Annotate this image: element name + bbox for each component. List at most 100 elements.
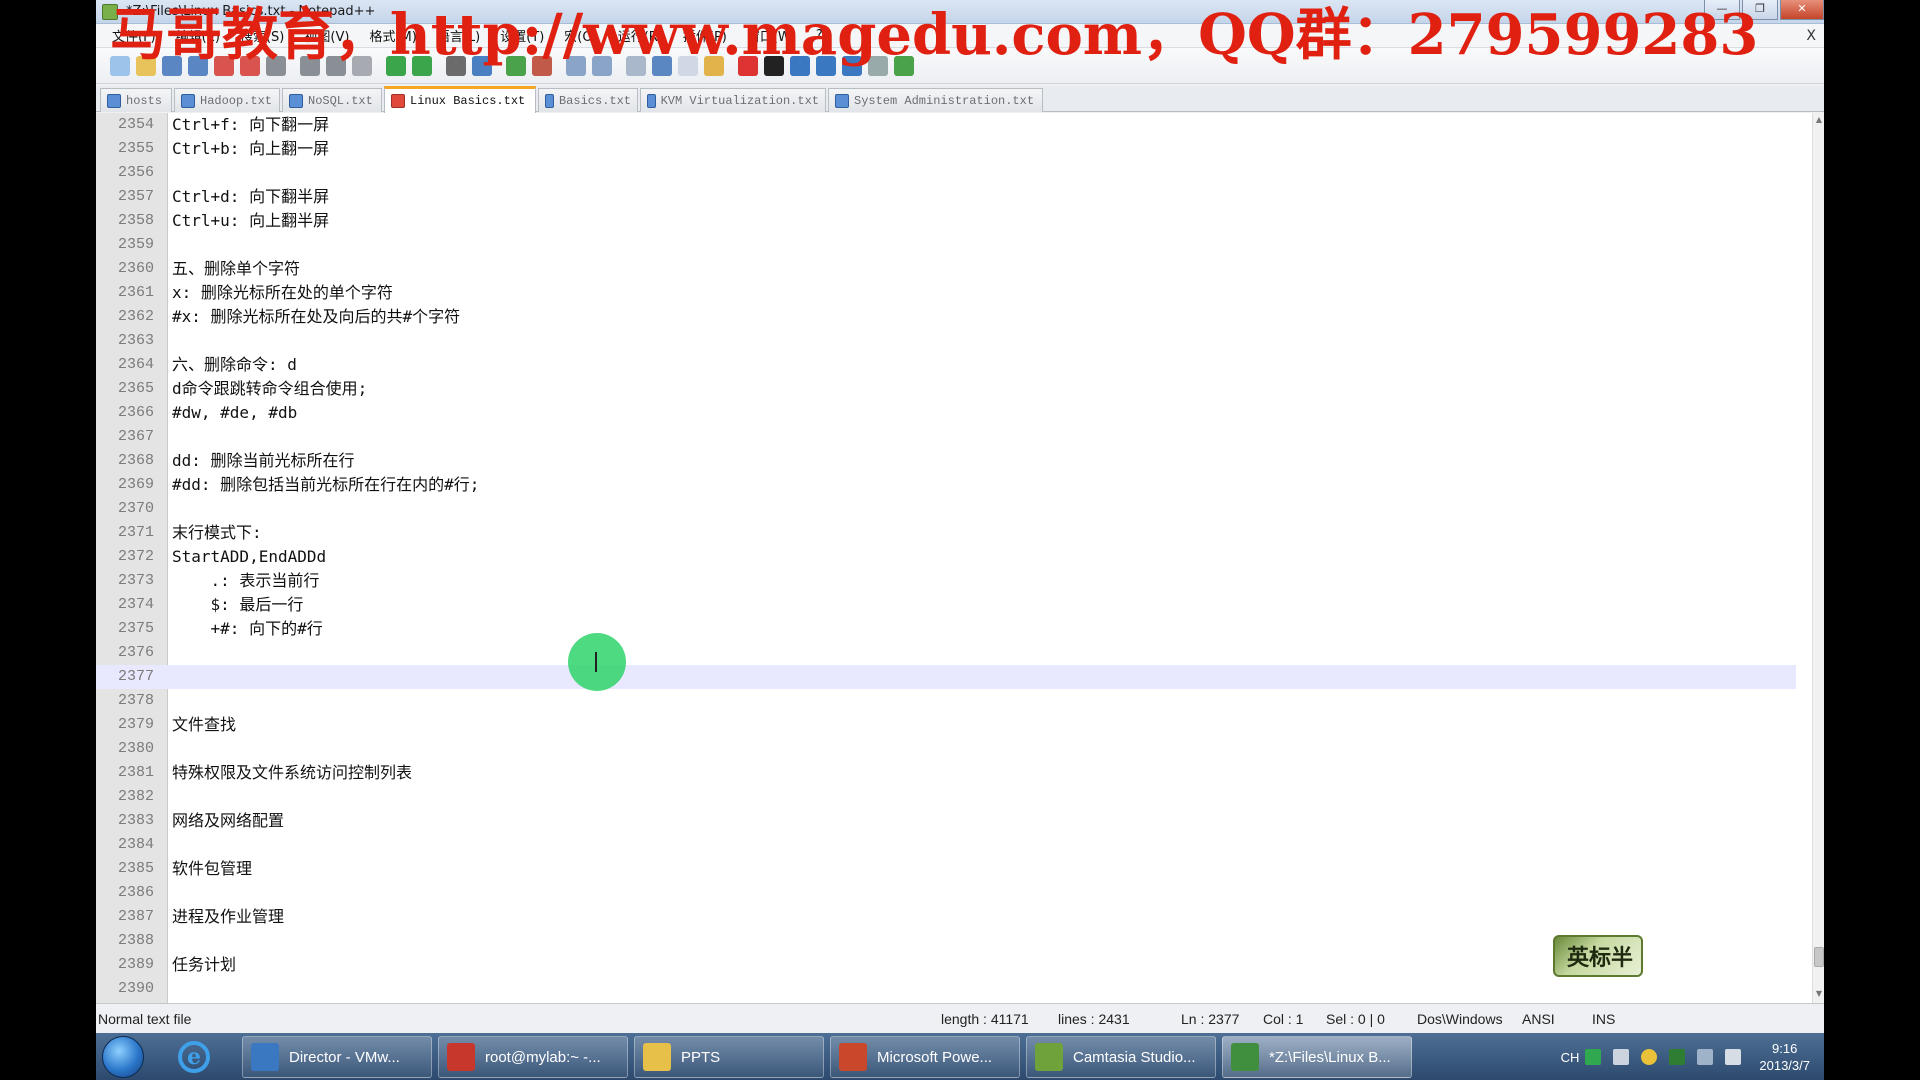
vertical-scrollbar[interactable]: ▲ ▼ bbox=[1812, 113, 1824, 1003]
scroll-up-arrow-icon[interactable]: ▲ bbox=[1813, 115, 1824, 127]
editor-line[interactable]: 2387 进程及作业管理 bbox=[96, 905, 1796, 929]
editor-line[interactable]: 2382 bbox=[96, 785, 1796, 809]
editor-line[interactable]: 2386 bbox=[96, 881, 1796, 905]
line-number: 2389 bbox=[117, 956, 154, 973]
task-label: Microsoft Powe... bbox=[877, 1048, 993, 1066]
line-number: 2386 bbox=[117, 884, 154, 901]
editor-line[interactable]: 2390 bbox=[96, 977, 1796, 1001]
volume-icon[interactable] bbox=[1725, 1049, 1742, 1065]
scrollbar-thumb[interactable] bbox=[1814, 947, 1824, 967]
editor-line[interactable]: 2376 bbox=[96, 641, 1796, 665]
task-app-icon bbox=[1231, 1043, 1259, 1071]
editor-line[interactable]: 2364 六、删除命令: d bbox=[96, 353, 1796, 377]
status-eol-format: Dos\Windows bbox=[1417, 1011, 1503, 1027]
editor-line[interactable]: 2360 五、删除单个字符 bbox=[96, 257, 1796, 281]
line-number: 2388 bbox=[117, 932, 154, 949]
watermark-text: 马哥教育，http://www.magedu.com，QQ群：279599283 bbox=[110, 2, 1759, 68]
editor-line[interactable]: 2375 +#: 向下的#行 bbox=[96, 617, 1796, 641]
editor-line[interactable]: 2378 bbox=[96, 689, 1796, 713]
line-text: 特殊权限及文件系统访问控制列表 bbox=[172, 763, 413, 782]
language-indicator[interactable]: CH bbox=[1561, 1050, 1580, 1065]
editor-line[interactable]: 2372 StartADD,EndADDd bbox=[96, 545, 1796, 569]
line-number: 2378 bbox=[117, 692, 154, 709]
editor-line[interactable]: 2356 bbox=[96, 161, 1796, 185]
line-number: 2356 bbox=[117, 164, 154, 181]
line-number: 2369 bbox=[117, 476, 154, 493]
tab-label: Linux Basics.txt bbox=[410, 94, 526, 108]
editor-line[interactable]: 2374 $: 最后一行 bbox=[96, 593, 1796, 617]
taskbar-task[interactable]: Director - VMw... bbox=[242, 1036, 432, 1078]
clock-date: 2013/3/7 bbox=[1759, 1058, 1810, 1073]
line-text: 文件查找 bbox=[172, 715, 237, 734]
line-number: 2379 bbox=[117, 716, 154, 733]
ime-tray-icon[interactable] bbox=[1585, 1049, 1602, 1065]
network-icon[interactable] bbox=[1697, 1049, 1714, 1065]
close-document-button[interactable]: X bbox=[1806, 28, 1816, 44]
taskbar-task[interactable]: Microsoft Powe... bbox=[830, 1036, 1020, 1078]
editor-line[interactable]: 2366 #dw, #de, #db bbox=[96, 401, 1796, 425]
task-app-icon bbox=[251, 1043, 279, 1071]
internet-explorer-icon[interactable]: e bbox=[178, 1041, 210, 1073]
show-hidden-icons-icon[interactable] bbox=[1613, 1049, 1630, 1065]
editor-line[interactable]: 2365 d命令跟跳转命令组合使用; bbox=[96, 377, 1796, 401]
editor-line[interactable]: 2380 bbox=[96, 737, 1796, 761]
editor-line[interactable]: 2379 文件查找 bbox=[96, 713, 1796, 737]
line-text: 五、删除单个字符 bbox=[172, 259, 301, 278]
task-app-icon bbox=[447, 1043, 475, 1071]
editor-line[interactable]: 2369 #dd: 删除包括当前光标所在行在内的#行; bbox=[96, 473, 1796, 497]
tab-label: NoSQL.txt bbox=[308, 93, 373, 108]
line-number: 2359 bbox=[117, 236, 154, 253]
line-text: 进程及作业管理 bbox=[172, 907, 285, 926]
editor-line[interactable]: 2361 x: 删除光标所在处的单个字符 bbox=[96, 281, 1796, 305]
editor-line[interactable]: 2389 任务计划 bbox=[96, 953, 1796, 977]
tab-hosts[interactable]: hosts bbox=[100, 88, 172, 112]
editor-line[interactable]: 2354 Ctrl+f: 向下翻一屏 bbox=[96, 113, 1796, 137]
taskbar-task[interactable]: root@mylab:~ -... bbox=[438, 1036, 628, 1078]
update-tray-icon[interactable] bbox=[1641, 1049, 1658, 1065]
editor-line[interactable]: 2388 bbox=[96, 929, 1796, 953]
text-cursor-icon bbox=[595, 652, 599, 672]
taskbar-task[interactable]: PPTS bbox=[634, 1036, 824, 1078]
editor-line[interactable]: 2363 bbox=[96, 329, 1796, 353]
editor-line[interactable]: 2362 #x: 删除光标所在处及向后的共#个字符 bbox=[96, 305, 1796, 329]
tab-system-administration-txt[interactable]: System Administration.txt bbox=[828, 88, 1043, 112]
line-number: 2355 bbox=[117, 140, 154, 157]
line-text: #x: 删除光标所在处及向后的共#个字符 bbox=[172, 307, 461, 326]
tab-hadoop-txt[interactable]: Hadoop.txt bbox=[174, 88, 280, 112]
editor-line[interactable]: 2383 网络及网络配置 bbox=[96, 809, 1796, 833]
editor-line[interactable]: 2355 Ctrl+b: 向上翻一屏 bbox=[96, 137, 1796, 161]
editor-line[interactable]: 2377 bbox=[96, 665, 1796, 689]
line-number: 2384 bbox=[117, 836, 154, 853]
tab-basics-txt[interactable]: Basics.txt bbox=[538, 88, 638, 112]
status-bar: Normal text file length : 41171 lines : … bbox=[96, 1003, 1824, 1033]
taskbar-task[interactable]: *Z:\Files\Linux B... bbox=[1222, 1036, 1412, 1078]
editor-line[interactable]: 2381 特殊权限及文件系统访问控制列表 bbox=[96, 761, 1796, 785]
start-button[interactable] bbox=[102, 1036, 144, 1078]
editor-line[interactable]: 2358 Ctrl+u: 向上翻半屏 bbox=[96, 209, 1796, 233]
line-text: 六、删除命令: d bbox=[172, 355, 297, 374]
editor-line[interactable]: 2371 末行模式下: bbox=[96, 521, 1796, 545]
editor-line[interactable]: 2359 bbox=[96, 233, 1796, 257]
editor-line[interactable]: 2368 dd: 删除当前光标所在行 bbox=[96, 449, 1796, 473]
taskbar-task[interactable]: Camtasia Studio... bbox=[1026, 1036, 1216, 1078]
line-text: d命令跟跳转命令组合使用; bbox=[172, 379, 368, 398]
tab-linux-basics-txt[interactable]: Linux Basics.txt bbox=[384, 86, 536, 113]
close-button[interactable]: ✕ bbox=[1780, 0, 1824, 20]
editor-line[interactable]: 2367 bbox=[96, 425, 1796, 449]
text-editor[interactable]: 2354 Ctrl+f: 向下翻一屏 2355 Ctrl+b: 向上翻一屏 2356 23… bbox=[96, 113, 1812, 1003]
editor-line[interactable]: 2384 bbox=[96, 833, 1796, 857]
status-insert-mode: INS bbox=[1592, 1011, 1616, 1027]
clock[interactable]: 9:16 2013/3/7 bbox=[1759, 1040, 1810, 1074]
nvidia-tray-icon[interactable] bbox=[1669, 1049, 1686, 1065]
editor-line[interactable]: 2370 bbox=[96, 497, 1796, 521]
saved-file-icon bbox=[545, 93, 554, 108]
editor-line[interactable]: 2357 Ctrl+d: 向下翻半屏 bbox=[96, 185, 1796, 209]
tab-kvm-virtualization-txt[interactable]: KVM Virtualization.txt bbox=[640, 88, 826, 112]
scroll-down-arrow-icon[interactable]: ▼ bbox=[1813, 989, 1824, 1001]
tab-nosql-txt[interactable]: NoSQL.txt bbox=[282, 88, 382, 112]
line-text: Ctrl+f: 向下翻一屏 bbox=[172, 115, 330, 134]
editor-line[interactable]: 2385 软件包管理 bbox=[96, 857, 1796, 881]
document-tab-bar: hosts Hadoop.txt NoSQL.txt Linux Basics.txt… bbox=[96, 86, 1824, 113]
line-number: 2372 bbox=[117, 548, 154, 565]
editor-line[interactable]: 2373 .: 表示当前行 bbox=[96, 569, 1796, 593]
